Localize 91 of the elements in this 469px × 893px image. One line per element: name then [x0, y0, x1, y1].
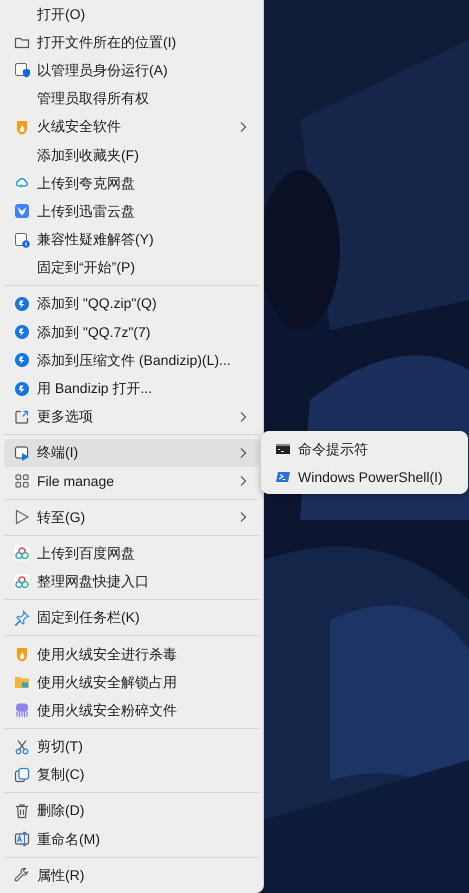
rename-icon [14, 831, 30, 848]
menu-item-label: 使用火绒安全进行杀毒 [37, 644, 178, 664]
menu-item-label: 重命名(M) [37, 830, 101, 849]
menu-item[interactable]: 上传到夸克网盘 [4, 169, 259, 198]
cloud-icon [14, 175, 30, 192]
menu-item-label: 固定到“开始”(P) [37, 258, 136, 278]
bird-icon [14, 203, 30, 220]
menu-item[interactable]: 更多选项 [4, 402, 259, 431]
menu-item-label: 上传到迅雷云盘 [37, 202, 136, 221]
menu-item-label: 转至(G) [37, 508, 86, 527]
menu-item[interactable]: 兼容性疑难解答(Y) [4, 226, 259, 254]
disc-icon [14, 380, 30, 397]
menu-item[interactable]: 整理网盘快捷入口 [4, 568, 259, 596]
share-window-icon [14, 408, 30, 425]
menu-item-label: 固定到任务栏(K) [37, 608, 141, 628]
menu-item[interactable]: 重命名(M) [4, 825, 259, 854]
menu-item-label: 添加到 "QQ.zip"(Q) [37, 294, 158, 314]
grid-icon [14, 473, 30, 490]
menu-item-label: Windows PowerShell(I) [298, 468, 444, 487]
menu-item-label: 删除(D) [37, 801, 86, 820]
menu-item[interactable]: 打开(O) [4, 0, 259, 28]
menu-item-label: 命令提示符 [298, 440, 369, 459]
menu-item-label: 兼容性疑难解答(Y) [37, 230, 155, 250]
menu-item[interactable]: 终端(I) [4, 438, 259, 467]
menu-item[interactable]: 固定到任务栏(K) [4, 604, 259, 632]
menu-item-label: 剪切(T) [37, 737, 84, 756]
menu-item[interactable]: 添加到压缩文件 (Bandizip)(L)... [4, 346, 259, 374]
menu-item[interactable]: 转至(G) [4, 503, 259, 532]
shredder-icon [14, 702, 30, 718]
menu-item[interactable]: 火绒安全软件 [4, 112, 259, 141]
menu-item[interactable]: Windows PowerShell(I) [265, 463, 464, 492]
pointer-icon [14, 509, 30, 526]
menu-item-label: 火绒安全软件 [37, 117, 122, 136]
menu-item[interactable]: 复制(C) [4, 760, 259, 789]
shield-window-icon [14, 62, 30, 78]
menu-item[interactable]: 管理员取得所有权 [4, 84, 259, 113]
menu-item[interactable]: 添加到 "QQ.7z"(7) [4, 318, 259, 346]
flame-icon [14, 118, 30, 135]
chevron-right-icon [239, 511, 247, 524]
menu-item-label: 用 Bandizip 打开... [37, 379, 154, 398]
menu-item[interactable]: File manage [4, 467, 259, 496]
menu-item-label: 打开(O) [37, 4, 86, 24]
menu-item-label: 管理员取得所有权 [37, 89, 150, 108]
disc-icon [14, 296, 30, 312]
terminal-icon [14, 444, 30, 461]
window-badge-icon [14, 232, 30, 248]
chevron-right-icon [239, 446, 247, 459]
menu-item[interactable]: 上传到迅雷云盘 [4, 197, 259, 226]
menu-item-label: 终端(I) [37, 443, 80, 462]
menu-item-label: 使用火绒安全粉碎文件 [37, 700, 178, 720]
menu-item[interactable]: 固定到“开始”(P) [4, 254, 259, 282]
menu-item-label: 打开文件所在的位置(I) [37, 32, 178, 52]
folder-lock-icon [14, 674, 30, 690]
baidu-cloud-icon [14, 545, 30, 562]
chevron-right-icon [239, 475, 247, 488]
chevron-right-icon [239, 120, 247, 133]
menu-item[interactable]: 用 Bandizip 打开... [4, 374, 259, 403]
menu-item-label: 上传到百度网盘 [37, 544, 136, 563]
menu-item-label: 复制(C) [37, 765, 86, 784]
menu-item[interactable]: 以管理员身份运行(A) [4, 56, 259, 85]
flame-icon [14, 646, 30, 662]
menu-item-label: 添加到压缩文件 (Bandizip)(L)... [37, 350, 232, 370]
menu-item-label: 以管理员身份运行(A) [37, 60, 169, 80]
baidu-cloud-icon [14, 574, 30, 590]
menu-item[interactable]: 剪切(T) [4, 732, 259, 761]
menu-item[interactable]: 上传到百度网盘 [4, 539, 259, 568]
disc-icon [14, 352, 30, 368]
menu-item-label: 属性(R) [37, 866, 86, 885]
pin-icon [14, 610, 30, 626]
menu-item-label: 上传到夸克网盘 [37, 174, 136, 193]
menu-item-label: 使用火绒安全解锁占用 [37, 672, 178, 692]
chevron-right-icon [239, 410, 247, 423]
menu-item[interactable]: 命令提示符 [265, 435, 464, 464]
menu-item-label: 更多选项 [37, 407, 94, 426]
menu-item-label: 添加到 "QQ.7z"(7) [37, 322, 152, 342]
wrench-icon [14, 867, 30, 884]
trash-icon [14, 802, 30, 819]
copy-icon [14, 766, 30, 783]
disc-icon [14, 324, 30, 340]
menu-item[interactable]: 使用火绒安全粉碎文件 [4, 696, 259, 724]
menu-item[interactable]: 打开文件所在的位置(I) [4, 28, 259, 56]
menu-item[interactable]: 使用火绒安全进行杀毒 [4, 640, 259, 668]
scissors-icon [14, 738, 30, 755]
menu-item[interactable]: 添加到 "QQ.zip"(Q) [4, 290, 259, 318]
menu-item-label: File manage [37, 472, 116, 491]
menu-item[interactable]: 属性(R) [4, 861, 259, 890]
menu-item[interactable]: 使用火绒安全解锁占用 [4, 668, 259, 696]
menu-item-label: 整理网盘快捷入口 [37, 572, 150, 592]
menu-item[interactable]: 添加到收藏夹(F) [4, 140, 259, 170]
menu-item-label: 添加到收藏夹(F) [37, 146, 140, 165]
menu-item[interactable]: 删除(D) [4, 796, 259, 826]
